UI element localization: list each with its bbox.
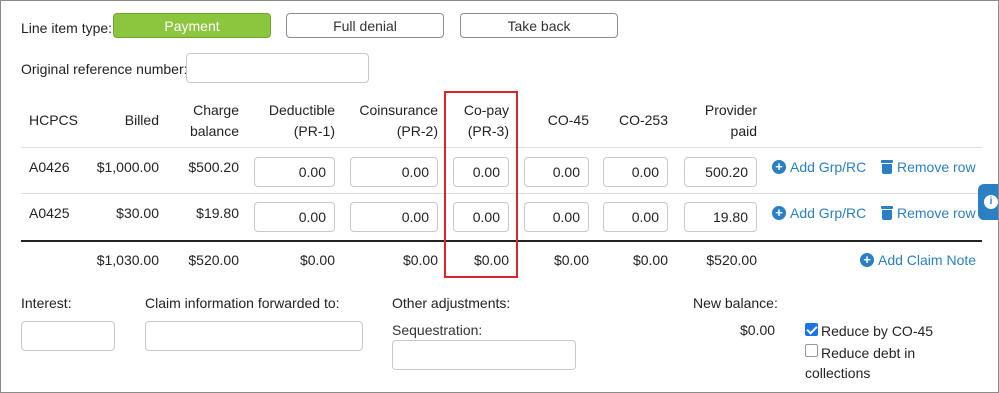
row2-remove-row-link[interactable]: Remove row [881, 205, 976, 221]
take-back-button[interactable]: Take back [460, 13, 618, 38]
header-charge-balance: Charge balance [189, 102, 239, 139]
header-deductible: Deductible (PR-1) [268, 102, 335, 139]
row1-co253-input[interactable]: 0.00 [603, 157, 668, 187]
plus-circle-icon: + [772, 160, 786, 174]
new-balance-value: $0.00 [740, 322, 776, 338]
copay-column-highlight [444, 91, 518, 278]
header-co45: CO-45 [547, 112, 589, 128]
row1-provider-paid-input[interactable]: 500.20 [684, 157, 757, 187]
plus-circle-icon: + [860, 253, 874, 267]
row1-billed: $1,000.00 [96, 159, 159, 175]
info-icon: i [984, 195, 998, 209]
full-denial-button[interactable]: Full denial [286, 13, 444, 38]
header-billed: Billed [124, 112, 159, 128]
other-adjustments-label: Other adjustments: [392, 295, 511, 311]
total-charge-balance: $520.00 [188, 252, 239, 268]
forwarded-label: Claim information forwarded to: [145, 295, 340, 311]
forwarded-input[interactable] [145, 321, 363, 351]
sequestration-label: Sequestration: [392, 322, 483, 338]
total-co45: $0.00 [553, 252, 589, 268]
row1-add-grp-rc-link[interactable]: + Add Grp/RC [772, 159, 866, 175]
reference-number-input[interactable] [186, 53, 369, 83]
row2-charge-balance: $19.80 [196, 205, 239, 221]
header-provider-paid: Provider paid [704, 102, 757, 139]
total-provider-paid: $520.00 [706, 252, 757, 268]
interest-input[interactable] [21, 321, 115, 351]
sequestration-input[interactable] [392, 340, 576, 370]
claim-line-items-panel: Line item type: Payment Full denial Take… [0, 0, 999, 393]
reduce-debt-label-line1: Reduce debt in [821, 345, 916, 361]
reduce-debt-checkbox[interactable] [805, 344, 818, 357]
reduce-co45-label: Reduce by CO-45 [821, 323, 934, 339]
interest-label: Interest: [21, 295, 72, 311]
add-claim-note-link[interactable]: + Add Claim Note [860, 252, 976, 268]
feedback-side-tab[interactable]: i [978, 184, 998, 220]
row1-charge-balance: $500.20 [188, 159, 239, 175]
trash-icon [881, 206, 893, 220]
header-hcpcs: HCPCS [29, 112, 79, 128]
total-co253: $0.00 [632, 252, 668, 268]
row1-co45-input[interactable]: 0.00 [524, 157, 589, 187]
row2-add-grp-rc-link[interactable]: + Add Grp/RC [772, 205, 866, 221]
row2-co253-input[interactable]: 0.00 [603, 202, 668, 232]
row2-hcpcs: A0425 [29, 205, 70, 221]
plus-circle-icon: + [772, 206, 786, 220]
row1-coinsurance-input[interactable]: 0.00 [350, 157, 438, 187]
row2-billed: $30.00 [116, 205, 159, 221]
row2-deductible-input[interactable]: 0.00 [254, 202, 335, 232]
line-item-type-label: Line item type: [21, 20, 113, 36]
row1-remove-row-link[interactable]: Remove row [881, 159, 976, 175]
row1-deductible-input[interactable]: 0.00 [254, 157, 335, 187]
total-deductible: $0.00 [299, 252, 335, 268]
reduce-debt-label-line2: collections [805, 365, 871, 381]
row2-co45-input[interactable]: 0.00 [524, 202, 589, 232]
header-co253: CO-253 [618, 112, 668, 128]
reduce-co45-checkbox[interactable] [805, 323, 818, 336]
row2-coinsurance-input[interactable]: 0.00 [350, 202, 438, 232]
header-coinsurance: Coinsurance (PR-2) [359, 102, 438, 139]
reference-number-label: Original reference number: [21, 61, 188, 77]
new-balance-label: New balance: [693, 295, 778, 311]
payment-button[interactable]: Payment [113, 13, 271, 38]
trash-icon [881, 160, 893, 174]
total-coinsurance: $0.00 [402, 252, 438, 268]
total-billed: $1,030.00 [96, 252, 159, 268]
row2-provider-paid-input[interactable]: 19.80 [684, 202, 757, 232]
row1-hcpcs: A0426 [29, 159, 70, 175]
